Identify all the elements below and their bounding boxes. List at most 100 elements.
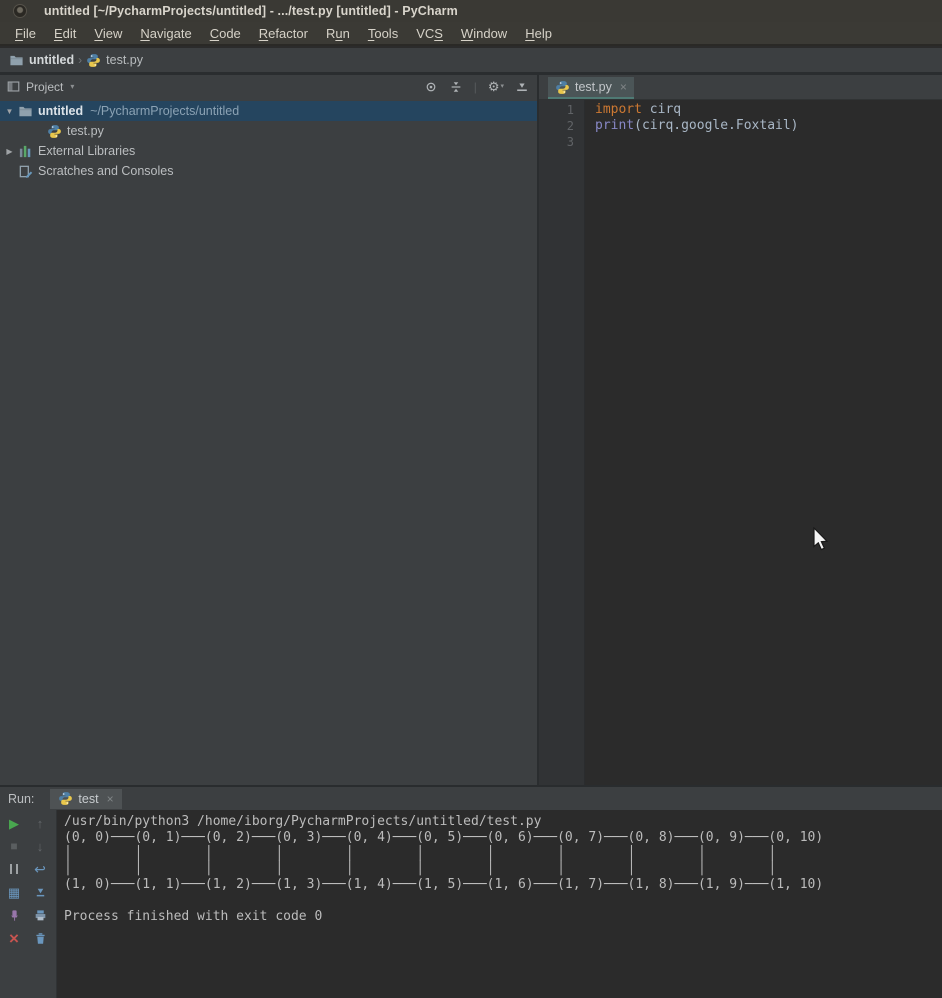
menu-run[interactable]: Run: [317, 24, 359, 43]
menu-tools[interactable]: Tools: [359, 24, 407, 43]
line-number: 2: [566, 119, 574, 133]
project-tool-window-icon: [7, 80, 20, 93]
scratches-icon: [17, 164, 33, 179]
tree-item-label: External Libraries: [38, 144, 136, 158]
editor-tab-bar: test.py ×: [539, 75, 942, 100]
editor-tab-test-py[interactable]: test.py ×: [548, 77, 634, 99]
menu-window[interactable]: Window: [452, 24, 516, 43]
menu-code[interactable]: Code: [201, 24, 250, 43]
run-toolbar-column-2: ↑ ↓ ↩: [29, 815, 51, 946]
tree-item-label: test.py: [67, 124, 104, 138]
code-line: print(cirq.google.Foxtail): [585, 118, 942, 134]
python-file-icon: [58, 791, 73, 806]
pause-icon: [10, 864, 18, 874]
breadcrumb-item-test-py[interactable]: test.py: [86, 53, 143, 68]
menu-refactor[interactable]: Refactor: [250, 24, 317, 43]
scroll-to-end-button[interactable]: [31, 884, 49, 900]
menu-bar: File Edit View Navigate Code Refactor Run Tools…: [0, 22, 942, 46]
chevron-down-icon[interactable]: ▾: [70, 82, 74, 91]
project-panel-toolbar: | ⚙ ▾: [424, 80, 529, 94]
run-panel: Run: test × ▶ ■ ▦ × ↑ ↓ ↩ /usr/bin/python3 /h…: [0, 785, 942, 998]
code-token-keyword: import: [595, 102, 642, 117]
run-toolbar-column-1: ▶ ■ ▦ ×: [3, 815, 25, 947]
code-token-plain: cirq: [641, 102, 682, 117]
stop-button[interactable]: ■: [5, 838, 23, 854]
project-panel-header: Project ▾ | ⚙ ▾: [0, 75, 537, 98]
breadcrumb: untitled › test.py: [0, 48, 942, 72]
close-button[interactable]: ×: [5, 930, 23, 947]
window-close-button[interactable]: [13, 4, 27, 18]
tree-item-path: ~/PycharmProjects/untitled: [90, 104, 240, 118]
console-line: (1, 0)───(1, 1)───(1, 2)───(1, 3)───(1, …: [64, 877, 824, 893]
menu-vcs[interactable]: VCS: [407, 24, 452, 43]
tree-item-untitled[interactable]: ▼ untitled ~/PycharmProjects/untitled: [0, 101, 537, 121]
line-number: 1: [566, 103, 574, 117]
menu-help[interactable]: Help: [516, 24, 561, 43]
editor-area: test.py × 123 import cirq print(cirq.goog…: [537, 75, 942, 785]
menu-file[interactable]: File: [6, 24, 45, 43]
editor-gutter: 1 2 3: [539, 100, 585, 785]
settings-gear-icon[interactable]: ⚙ ▾: [488, 80, 504, 93]
run-tab-label: test: [78, 791, 99, 806]
menu-navigate[interactable]: Navigate: [131, 24, 200, 43]
breadcrumb-item-untitled[interactable]: untitled: [9, 53, 74, 68]
tree-expander-icon[interactable]: ▼: [4, 107, 15, 116]
breadcrumb-label: test.py: [106, 53, 143, 67]
console-line: /usr/bin/python3 /home/iborg/PycharmProj…: [64, 814, 542, 829]
console-line: │ │ │ │ │ │ │ │ │ │ │: [64, 861, 777, 877]
line-number: 3: [566, 135, 574, 149]
restore-layout-button[interactable]: ▦: [5, 884, 23, 900]
code-line: import cirq: [585, 102, 942, 118]
project-panel-title[interactable]: Project: [26, 80, 63, 94]
tree-item-scratches-and-consoles[interactable]: Scratches and Consoles: [0, 161, 537, 181]
python-icon: [86, 53, 101, 68]
console-line: (0, 0)───(0, 1)───(0, 2)───(0, 3)───(0, …: [64, 829, 824, 845]
clear-all-button[interactable]: [31, 930, 49, 946]
print-button[interactable]: [31, 907, 49, 923]
run-panel-title: Run:: [8, 791, 35, 806]
menu-view[interactable]: View: [85, 24, 131, 43]
rerun-button[interactable]: ▶: [5, 815, 23, 831]
tree-item-test-py[interactable]: test.py: [0, 121, 537, 141]
tree-item-label: untitled: [38, 104, 84, 118]
up-stack-trace-button[interactable]: ↑: [31, 815, 49, 831]
pin-tab-button[interactable]: [5, 907, 23, 923]
down-stack-trace-button[interactable]: ↓: [31, 838, 49, 854]
project-panel: Project ▾ | ⚙ ▾ ▼ untitled ~/PycharmProjects…: [0, 75, 537, 785]
locate-file-icon[interactable]: [424, 80, 438, 94]
breadcrumb-label: untitled: [29, 53, 75, 67]
close-icon[interactable]: ×: [107, 792, 114, 806]
python-icon: [46, 124, 62, 139]
soft-wrap-button[interactable]: ↩: [31, 861, 49, 877]
title-bar: untitled [~/PycharmProjects/untitled] - …: [0, 0, 942, 22]
console-line: │ │ │ │ │ │ │ │ │ │ │: [64, 845, 777, 861]
pycharm-window: untitled [~/PycharmProjects/untitled] - …: [0, 0, 942, 998]
hide-panel-icon[interactable]: [515, 80, 529, 94]
folder-icon: [17, 104, 33, 119]
run-tab-test[interactable]: test ×: [50, 788, 122, 809]
menu-edit[interactable]: Edit: [45, 24, 85, 43]
tree-expander-icon[interactable]: ▶: [4, 147, 15, 156]
collapse-all-icon[interactable]: [449, 80, 463, 94]
toolbar-separator: |: [473, 79, 477, 94]
tree-item-external-libraries[interactable]: ▶ External Libraries: [0, 141, 537, 161]
run-panel-body: ▶ ■ ▦ × ↑ ↓ ↩ /usr/bin/python3 /home/iborg/Py…: [0, 810, 942, 998]
main-area: Project ▾ | ⚙ ▾ ▼ untitled ~/PycharmProjects…: [0, 72, 942, 785]
editor-tab-label: test.py: [575, 80, 612, 94]
code-token-builtin: print: [595, 118, 635, 133]
editor-code[interactable]: import cirq print(cirq.google.Foxtail): [585, 100, 942, 785]
run-toolbar: ▶ ■ ▦ × ↑ ↓ ↩: [0, 810, 57, 998]
run-panel-header: Run: test ×: [0, 787, 942, 810]
pause-output-button[interactable]: [5, 861, 23, 877]
run-console[interactable]: /usr/bin/python3 /home/iborg/PycharmProj…: [57, 810, 942, 998]
python-file-icon: [555, 80, 570, 95]
close-icon[interactable]: ×: [620, 80, 627, 94]
code-editor[interactable]: 123 import cirq print(cirq.google.Foxtail…: [539, 100, 942, 785]
tree-item-label: Scratches and Consoles: [38, 164, 174, 178]
code-token-plain: (cirq.google.Foxtail): [634, 118, 799, 133]
project-tree: ▼ untitled ~/PycharmProjects/untitled test.…: [0, 101, 537, 181]
libraries-icon: [17, 144, 33, 159]
console-line: Process finished with exit code 0: [64, 908, 323, 924]
